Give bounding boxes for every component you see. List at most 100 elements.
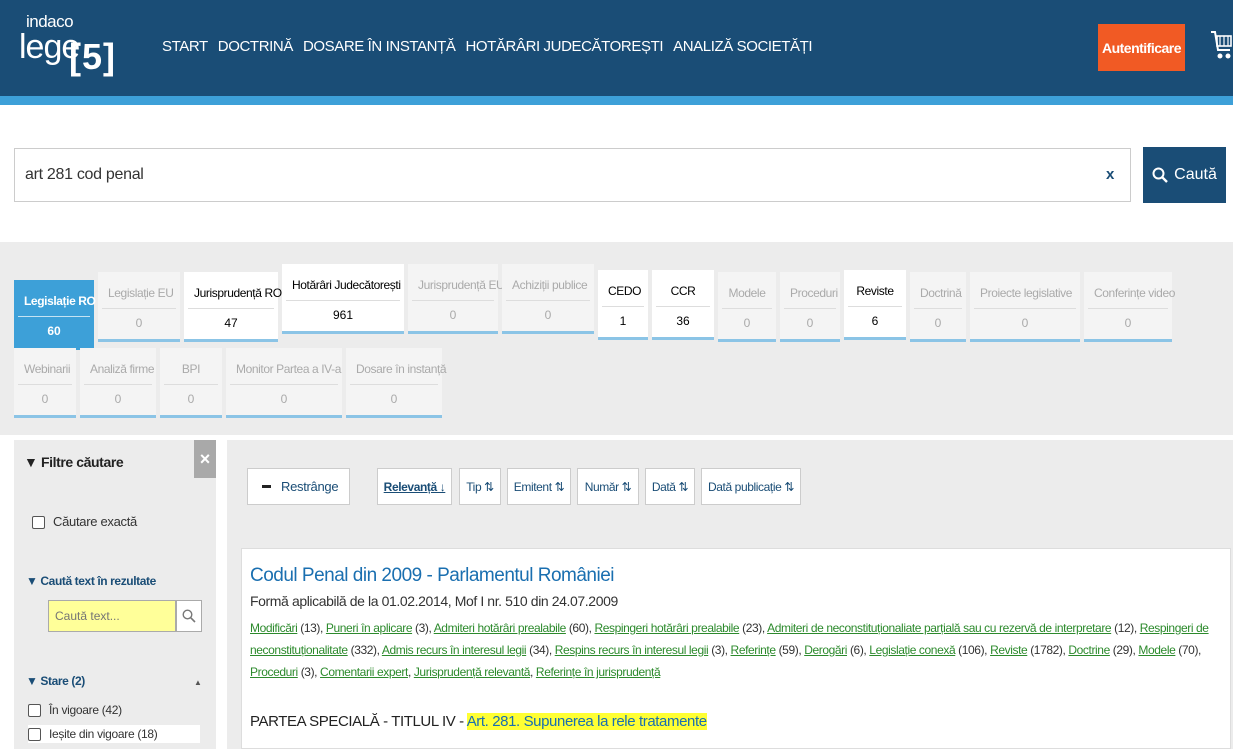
- login-button[interactable]: Autentificare: [1098, 24, 1185, 71]
- clear-search-icon[interactable]: x: [1106, 166, 1114, 183]
- collapse-button[interactable]: Restrânge: [247, 468, 350, 505]
- relation-count: (70),: [1175, 643, 1201, 657]
- relation-link[interactable]: Admiteri de neconstituționaliate parțial…: [767, 621, 1111, 635]
- tab-proiecte-legislative[interactable]: Proiecte legislative 0: [970, 272, 1080, 342]
- tab-count: 6: [871, 314, 879, 328]
- tab-label: Analiză firme: [84, 362, 155, 385]
- tab-label: Proceduri: [784, 286, 838, 309]
- relation-link[interactable]: Puneri în aplicare: [326, 621, 413, 635]
- status-filter-item[interactable]: Ieșite din vigoare (18): [28, 725, 200, 744]
- site-logo[interactable]: indaco lege [5]: [19, 10, 131, 80]
- relation-link[interactable]: Legislație conexă: [869, 643, 955, 657]
- tab-count: 0: [114, 392, 122, 406]
- tab-monitor-partea-a-iv-a[interactable]: Monitor Partea a IV-a 0: [226, 348, 342, 418]
- relation-link[interactable]: Referințe în jurisprudență: [536, 665, 661, 679]
- tab-modele[interactable]: Modele 0: [718, 272, 776, 342]
- top-header: indaco lege [5] START DOCTRINĂ DOSARE ÎN…: [0, 0, 1233, 96]
- tab-doctrină[interactable]: Doctrină 0: [910, 272, 966, 342]
- relation-link[interactable]: Doctrine: [1068, 643, 1110, 657]
- relation-count: (106),: [955, 643, 991, 657]
- relation-link[interactable]: Reviste: [990, 643, 1028, 657]
- tab-label: Modele: [722, 286, 772, 309]
- exact-search-checkbox[interactable]: [32, 516, 45, 530]
- relation-link[interactable]: Modificări: [250, 621, 298, 635]
- search-icon: [182, 609, 196, 623]
- tab-analiză-firme[interactable]: Analiză firme 0: [80, 348, 156, 418]
- tab-count: 0: [390, 392, 398, 406]
- tab-label: Achiziții publice: [506, 278, 590, 301]
- article-highlight-link[interactable]: Art. 281. Supunerea la rele tratamente: [466, 713, 707, 730]
- tab-label: CEDO: [602, 284, 644, 307]
- tab-achiziții-publice[interactable]: Achiziții publice 0: [502, 264, 594, 334]
- exact-search-option[interactable]: Căutare exactă: [32, 514, 137, 530]
- nav-doctrina[interactable]: DOCTRINĂ: [218, 38, 294, 55]
- tab-label: CCR: [656, 284, 710, 307]
- tab-dosare-în-instanță[interactable]: Dosare în instanță 0: [346, 348, 447, 418]
- search-button[interactable]: Caută: [1143, 147, 1226, 203]
- search-input[interactable]: [14, 148, 1131, 202]
- result-links: Modificări (13), Puneri în aplicare (3),…: [250, 617, 1225, 683]
- tab-count: 0: [806, 316, 814, 330]
- main-nav: START DOCTRINĂ DOSARE ÎN INSTANȚĂ HOTĂRÂ…: [162, 38, 822, 55]
- tab-cedo[interactable]: CEDO 1: [598, 270, 648, 340]
- sort-label: Dată ⇅: [651, 479, 689, 494]
- sort-relevance-button[interactable]: Relevanță ↓: [377, 468, 452, 505]
- status-filter-item[interactable]: În vigoare (42): [28, 703, 122, 718]
- relation-link[interactable]: Referințe: [731, 643, 776, 657]
- nav-dosare[interactable]: DOSARE ÎN INSTANȚĂ: [303, 38, 456, 55]
- tab-legislație-ro[interactable]: Legislație RO 60: [14, 280, 96, 350]
- tab-label: Dosare în instanță: [350, 362, 447, 385]
- relation-link[interactable]: Comentarii expert: [320, 665, 408, 679]
- sort-issuer-button[interactable]: Emitent ⇅: [507, 468, 571, 505]
- nav-analiza[interactable]: ANALIZĂ SOCIETĂȚI: [673, 38, 812, 55]
- tab-count: 0: [544, 308, 552, 322]
- relation-count: (13),: [297, 621, 326, 635]
- sort-label: Relevanță ↓: [383, 479, 446, 494]
- tab-proceduri[interactable]: Proceduri 0: [780, 272, 840, 342]
- tab-count: 0: [1021, 316, 1029, 330]
- tab-label: Monitor Partea a IV-a: [230, 362, 341, 385]
- relation-link[interactable]: Respingeri hotărâri prealabile: [594, 621, 739, 635]
- shopping-cart-icon[interactable]: [1210, 26, 1232, 66]
- relation-link[interactable]: Derogări: [804, 643, 847, 657]
- relation-count: (1782),: [1027, 643, 1069, 657]
- status-checkbox[interactable]: [28, 728, 41, 742]
- relation-count: (12),: [1111, 621, 1140, 635]
- tab-jurisprudență-ro[interactable]: Jurisprudență RO 47: [184, 272, 282, 342]
- nav-start[interactable]: START: [162, 38, 208, 55]
- tab-count: 0: [280, 392, 288, 406]
- nav-hotarari[interactable]: HOTĂRÂRI JUDECĂTOREȘTI: [465, 38, 663, 55]
- tab-count: 36: [676, 314, 690, 328]
- search-in-results-input[interactable]: [48, 600, 176, 632]
- search-in-results-title[interactable]: ▼ Caută text în rezultate: [26, 574, 156, 588]
- result-title[interactable]: Codul Penal din 2009 - Parlamentul Român…: [250, 565, 615, 587]
- relation-link[interactable]: Proceduri: [250, 665, 298, 679]
- sort-type-button[interactable]: Tip ⇅: [459, 468, 501, 505]
- relation-link[interactable]: Jurisprudență relevantă: [414, 665, 531, 679]
- tab-ccr[interactable]: CCR 36: [652, 270, 714, 340]
- status-filter-title[interactable]: ▼ Stare (2): [26, 674, 85, 688]
- close-filters-button[interactable]: ×: [194, 440, 216, 478]
- tab-conferințe-video[interactable]: Conferințe video 0: [1084, 272, 1175, 342]
- relation-link[interactable]: Admiteri hotărâri prealabile: [434, 621, 567, 635]
- relation-link[interactable]: Admis recurs în interesul legii: [382, 643, 527, 657]
- tab-count: 0: [187, 392, 195, 406]
- tab-webinarii[interactable]: Webinarii 0: [14, 348, 76, 418]
- tab-label: Proiecte legislative: [974, 286, 1076, 309]
- tab-jurisprudență-eu[interactable]: Jurisprudență EU 0: [408, 264, 505, 334]
- sort-date-button[interactable]: Dată ⇅: [645, 468, 695, 505]
- tab-legislație-eu[interactable]: Legislație EU 0: [98, 272, 180, 342]
- status-filter-label: Ieșite din vigoare (18): [49, 727, 158, 741]
- search-in-results-button[interactable]: [176, 600, 202, 632]
- relation-link[interactable]: Respins recurs în interesul legii: [555, 643, 709, 657]
- tab-label: Jurisprudență EU: [412, 278, 505, 301]
- tab-reviste[interactable]: Reviste 6: [844, 270, 906, 340]
- status-checkbox[interactable]: [28, 704, 41, 718]
- sort-publication-date-button[interactable]: Dată publicație ⇅: [701, 468, 801, 505]
- relation-link[interactable]: Modele: [1138, 643, 1175, 657]
- tab-bpi[interactable]: BPI 0: [160, 348, 222, 418]
- collapse-arrow-icon[interactable]: ▲: [194, 678, 202, 687]
- sort-number-button[interactable]: Număr ⇅: [577, 468, 639, 505]
- tab-hotărâri-judecătorești[interactable]: Hotărâri Judecătorești 961: [282, 264, 404, 334]
- minus-icon: [262, 485, 271, 488]
